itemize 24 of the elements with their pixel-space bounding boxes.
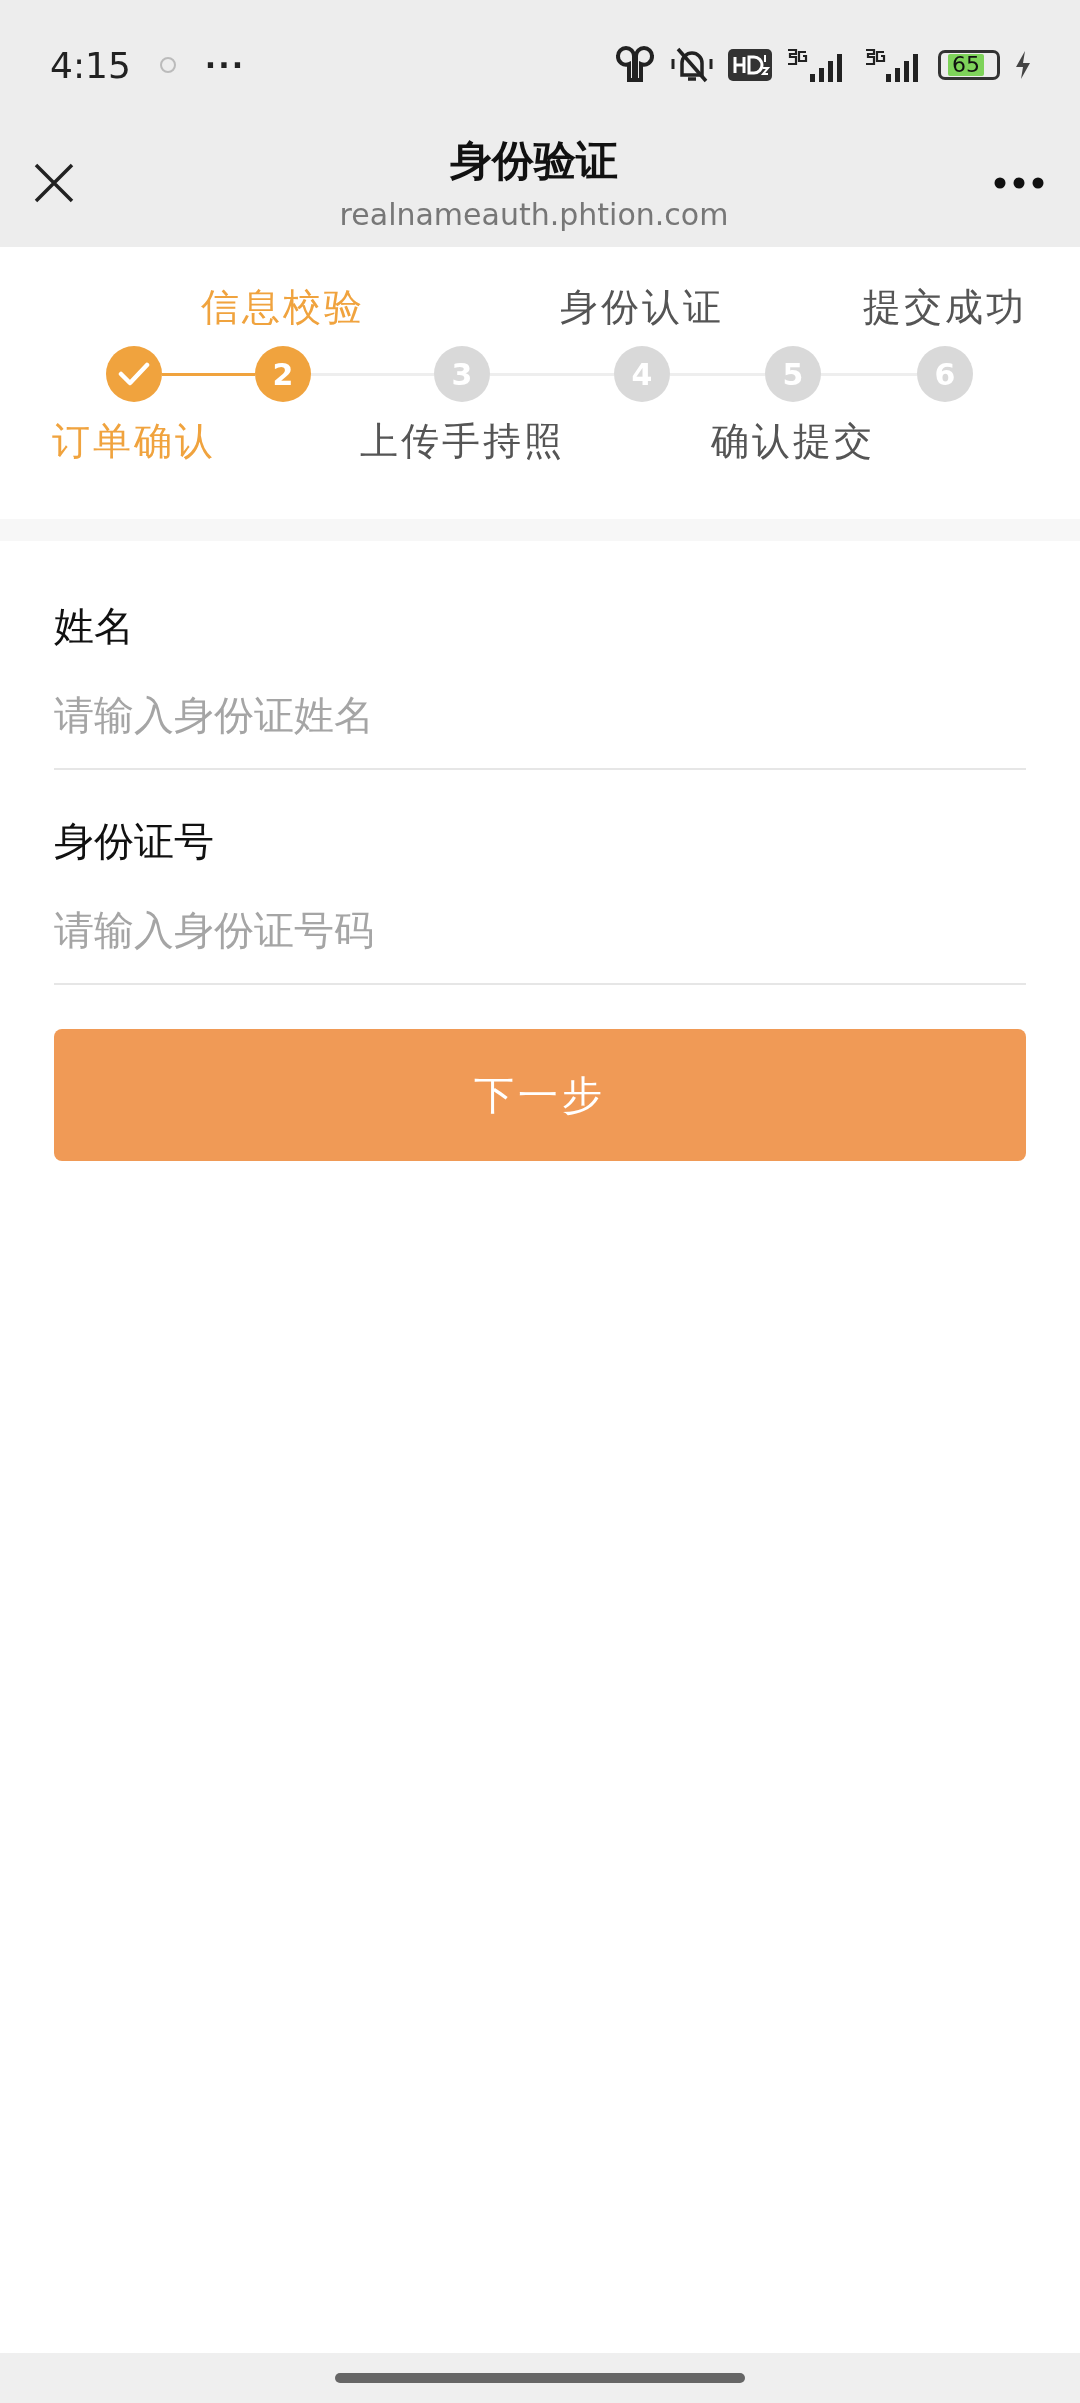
more-button[interactable] xyxy=(994,176,1044,189)
hd-icon xyxy=(728,49,772,81)
step-label: 身份认证 xyxy=(560,283,724,331)
battery-percent: 65 xyxy=(948,54,984,76)
muted-bell-icon xyxy=(670,45,714,85)
charging-icon xyxy=(1014,50,1032,80)
step-label: 提交成功 xyxy=(863,283,1027,331)
close-button[interactable] xyxy=(34,162,74,203)
step-label: 上传手持照 xyxy=(359,417,565,465)
clock-time: 4:15 xyxy=(50,44,131,86)
step-label: 确认提交 xyxy=(711,417,875,465)
next-button[interactable]: 下一步 xyxy=(54,1029,1026,1161)
more-notifications: ··· xyxy=(204,47,246,83)
input-field[interactable]: 请输入身份证姓名 xyxy=(54,692,1026,738)
field-label: 身份证号 xyxy=(54,817,215,866)
step-label: 信息校验 xyxy=(201,283,365,331)
step-label: 订单确认 xyxy=(52,417,216,465)
notification-icon xyxy=(158,56,177,74)
input-field[interactable]: 请输入身份证号码 xyxy=(54,907,1026,953)
page-url: realnameauth.phtion.com xyxy=(339,197,729,232)
step-number: 2 xyxy=(255,346,311,402)
field-label: 姓名 xyxy=(54,602,135,651)
page-title: 身份验证 xyxy=(450,135,618,187)
earbuds-icon xyxy=(614,46,656,84)
